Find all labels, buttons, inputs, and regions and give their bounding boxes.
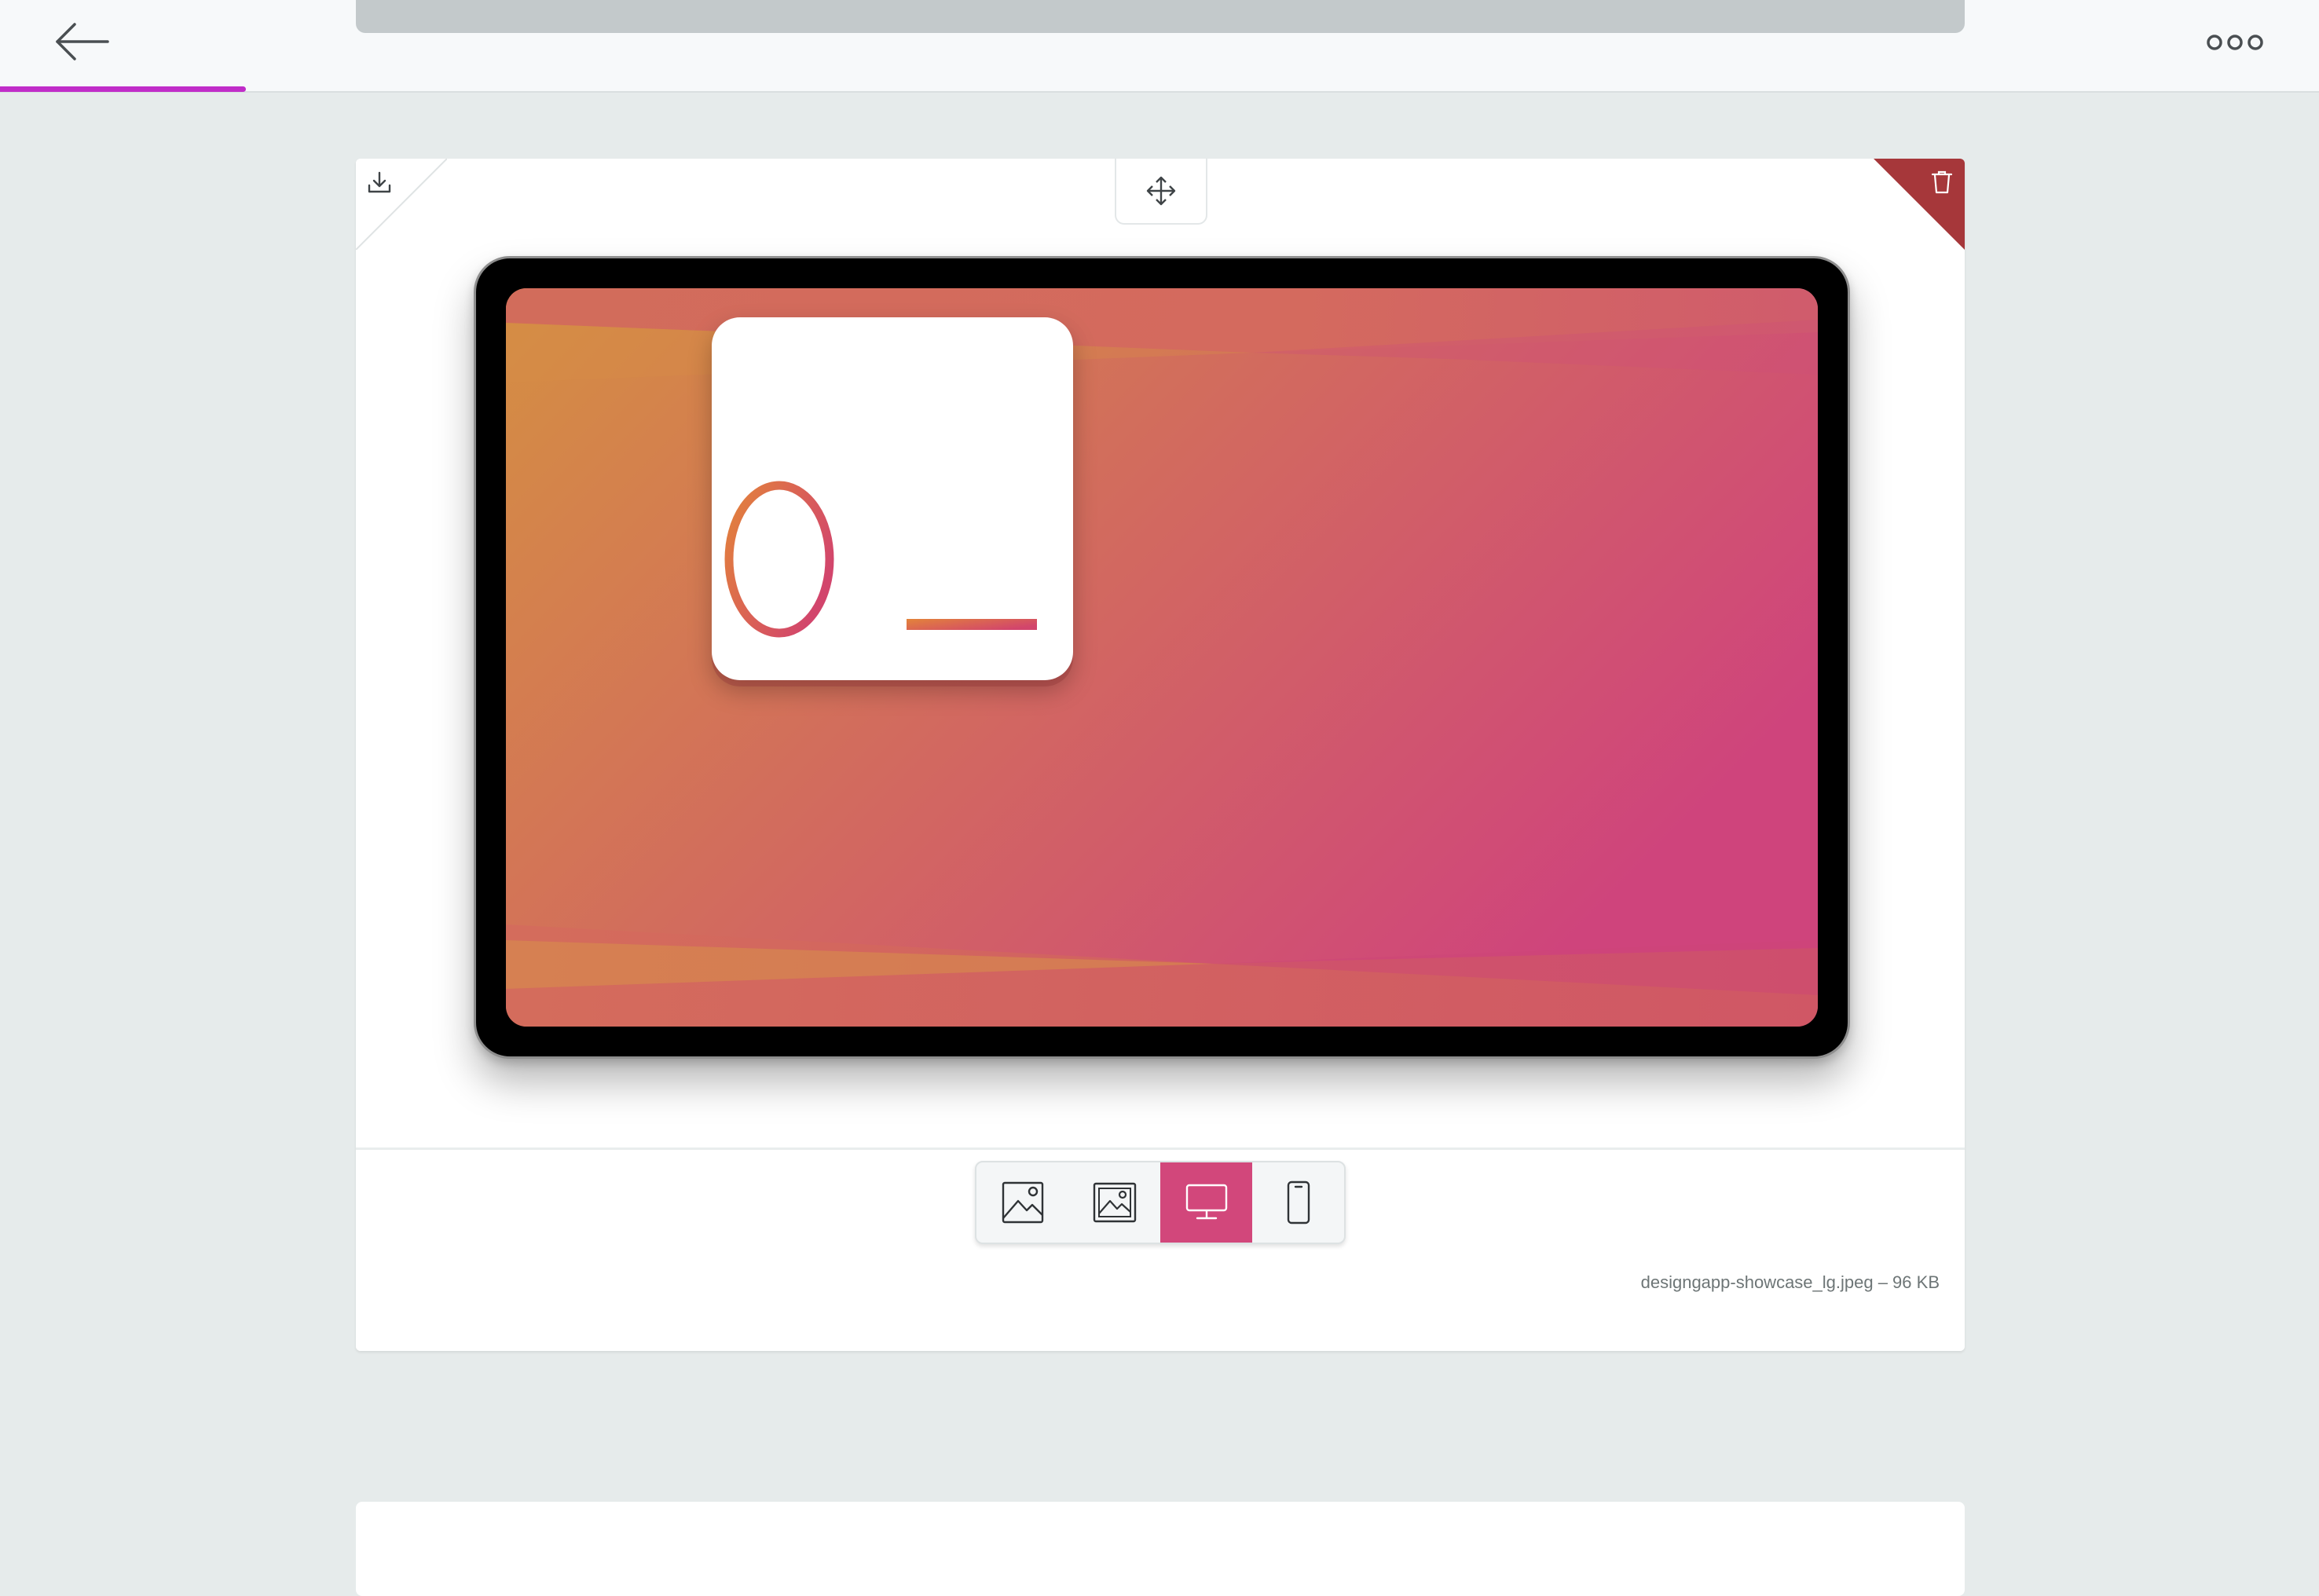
next-asset-card [356,1502,1965,1596]
preview-toolbar-area: designgapp-showcase_lg.jpeg – 96 KB [356,1161,1965,1351]
trash-icon [1931,170,1953,194]
back-button[interactable] [49,16,116,68]
app-logo-tile: d_ [712,317,1073,680]
download-button[interactable] [356,159,447,250]
move-handle[interactable] [1115,159,1207,225]
move-arrows-icon [1146,176,1176,206]
asset-preview: d_ [356,159,1965,1150]
view-mode-desktop-button[interactable] [1160,1162,1252,1243]
view-mode-framed-image-button[interactable] [1068,1162,1160,1243]
image-framed-icon [1093,1182,1136,1223]
top-search-bar[interactable] [356,0,1965,33]
file-info-label: designgapp-showcase_lg.jpeg – 96 KB [1640,1272,1940,1292]
download-icon [368,171,391,193]
upload-progress-bar [0,86,2319,93]
view-mode-phone-button[interactable] [1252,1162,1344,1243]
image-icon [1002,1181,1043,1224]
top-bar [0,0,2319,93]
phone-icon [1287,1181,1310,1224]
tablet-device-frame [474,256,1850,1059]
arrow-left-icon [56,23,109,60]
view-mode-image-button[interactable] [976,1162,1068,1243]
asset-card: d_ [356,159,1965,1351]
monitor-icon [1185,1184,1227,1220]
device-screen [506,288,1818,1027]
view-mode-toolbar [975,1161,1346,1244]
delete-button[interactable] [1874,159,1965,250]
more-horizontal-icon [2207,35,2263,50]
more-options-button[interactable] [2200,24,2270,61]
upload-progress-fill [0,86,246,92]
